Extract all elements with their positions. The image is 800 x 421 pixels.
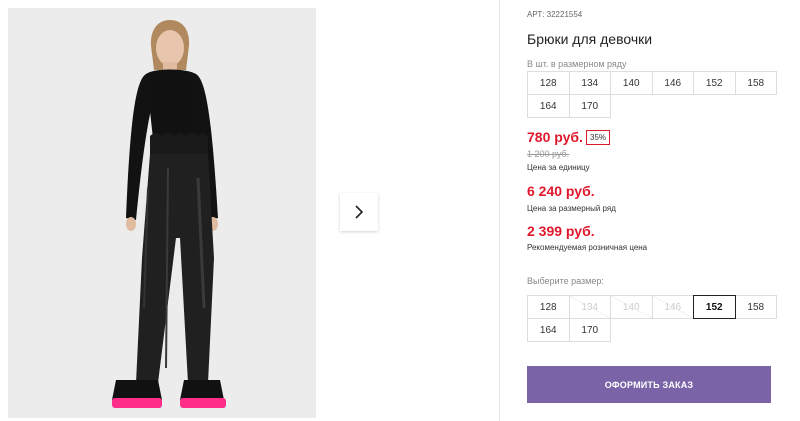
size-row-cell: 158 bbox=[734, 71, 777, 95]
size-option-disabled: 134 bbox=[568, 295, 611, 319]
product-photo bbox=[8, 8, 316, 418]
size-option-disabled: 146 bbox=[651, 295, 694, 319]
chevron-right-icon bbox=[355, 205, 364, 219]
row-price-label: Цена за размерный ряд bbox=[527, 204, 616, 213]
girl-in-leather-pants-illustration bbox=[8, 8, 316, 418]
unit-price: 780 руб. bbox=[527, 129, 583, 145]
size-row-cell: 170 bbox=[568, 94, 611, 118]
product-title: Брюки для девочки bbox=[527, 31, 653, 47]
size-option[interactable]: 164 bbox=[527, 318, 570, 342]
discount-badge: 35% bbox=[586, 130, 611, 145]
size-option[interactable]: 158 bbox=[734, 295, 777, 319]
size-option-selected[interactable]: 152 bbox=[693, 295, 736, 319]
size-select-hint: Выберите размер: bbox=[527, 276, 604, 286]
retail-price: 2 399 руб. bbox=[527, 223, 595, 239]
next-image-button[interactable] bbox=[340, 193, 378, 231]
retail-price-label: Рекомендуемая розничная цена bbox=[527, 243, 648, 252]
size-row-cell: 140 bbox=[610, 71, 653, 95]
row-price: 6 240 руб. bbox=[527, 183, 595, 199]
size-row-cell: 146 bbox=[651, 71, 694, 95]
size-option[interactable]: 170 bbox=[568, 318, 611, 342]
place-order-button[interactable]: ОФОРМИТЬ ЗАКАЗ bbox=[527, 366, 771, 403]
size-row-cell: 152 bbox=[693, 71, 736, 95]
size-row-cell: 164 bbox=[527, 94, 570, 118]
size-select-grid: 128 134 140 146 152 158 164 170 bbox=[527, 295, 777, 342]
size-row-cell: 134 bbox=[568, 71, 611, 95]
product-gallery bbox=[0, 0, 500, 421]
size-row-cell: 128 bbox=[527, 71, 570, 95]
old-price: 1 200 руб. bbox=[527, 149, 570, 159]
size-option-disabled: 140 bbox=[610, 295, 653, 319]
size-option[interactable]: 128 bbox=[527, 295, 570, 319]
unit-price-label: Цена за единицу bbox=[527, 163, 590, 172]
size-row-grid: 128 134 140 146 152 158 164 170 bbox=[527, 71, 777, 118]
product-sku: АРТ: 32221554 bbox=[527, 10, 583, 19]
size-row-hint: В шт. в размерном ряду bbox=[527, 59, 627, 69]
